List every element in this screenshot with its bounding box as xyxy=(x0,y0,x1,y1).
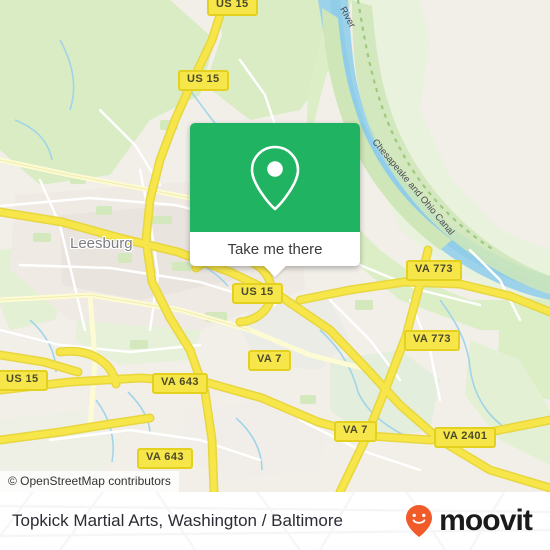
road-shield-va-7-south: VA 7 xyxy=(334,421,377,442)
take-me-there-label: Take me there xyxy=(227,240,323,258)
road-shield-va-773-upper: VA 773 xyxy=(406,260,462,281)
road-shield-va-2401: VA 2401 xyxy=(434,427,497,448)
road-shield-va-773-lower: VA 773 xyxy=(404,330,460,351)
popup-pointer-tail xyxy=(264,266,286,277)
road-shield-us-15-top-edge: US 15 xyxy=(207,0,258,16)
moovit-wordmark: moovit xyxy=(439,504,533,537)
map-canvas[interactable]: Leesburg River Chesapeake and Ohio Canal… xyxy=(0,0,550,492)
place-label-leesburg: Leesburg xyxy=(70,235,133,252)
map-screenshot: Leesburg River Chesapeake and Ohio Canal… xyxy=(0,0,550,550)
road-shield-va-7-center: VA 7 xyxy=(248,350,291,371)
location-caption: Topkick Martial Arts, Washington / Balti… xyxy=(12,511,343,530)
popup-action-bar[interactable]: Take me there xyxy=(190,232,360,277)
bottom-caption-bar: Topkick Martial Arts, Washington / Balti… xyxy=(0,492,550,550)
moovit-brand[interactable]: moovit xyxy=(404,504,533,538)
location-popup-card[interactable]: Take me there xyxy=(190,123,360,277)
road-shield-us-15-center: US 15 xyxy=(232,283,283,304)
road-shield-us-15-north: US 15 xyxy=(178,70,229,91)
popup-image-panel xyxy=(190,123,360,232)
map-attribution[interactable]: © OpenStreetMap contributors xyxy=(0,471,179,492)
moovit-smiling-pin-icon xyxy=(406,505,433,537)
map-pin-icon xyxy=(250,145,300,210)
road-shield-va-643-upper: VA 643 xyxy=(152,373,208,394)
road-shield-va-643-lower: VA 643 xyxy=(137,448,193,469)
road-shield-us-15-west: US 15 xyxy=(0,370,48,391)
